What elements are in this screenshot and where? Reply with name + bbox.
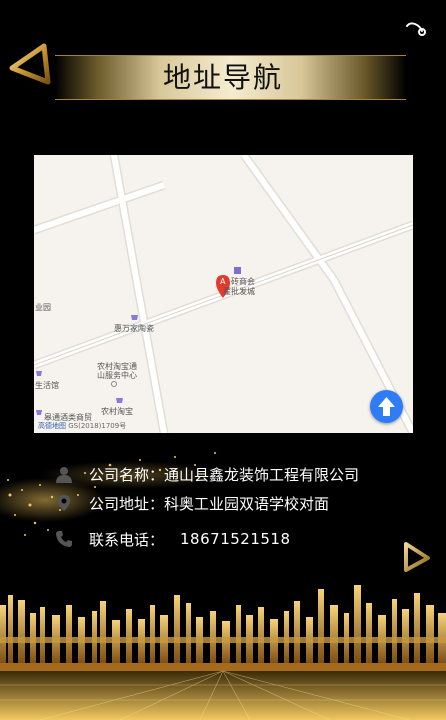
company-name-value: 通山县鑫龙装饰工程有限公司: [164, 465, 360, 484]
locate-button[interactable]: [370, 390, 403, 423]
page-title: 地址导航: [162, 61, 283, 94]
map-label-decor-store: 惠万家陶瓷: [114, 324, 154, 333]
company-address-label: 公司地址：: [89, 494, 165, 513]
location-pin-icon: [58, 495, 70, 511]
map-view[interactable]: A 砖商会 翟批发城 业园 惠万家陶瓷 农村淘宝通 山服务中心 生活馆 农村淘宝…: [34, 155, 413, 433]
person-icon: [56, 467, 72, 483]
map-label-life-hall: 生活馆: [35, 381, 59, 390]
company-name-label: 公司名称：: [89, 465, 165, 484]
triangle-right-icon: [404, 542, 430, 572]
phone-label: 联系电话：: [89, 530, 165, 549]
city-skyline-decoration: [0, 585, 446, 720]
map-marker-letter: A: [220, 277, 226, 286]
triangle-left-icon: [9, 43, 51, 85]
company-address-row: 公司地址： 科奥工业园双语学校对面: [55, 490, 329, 516]
map-label-taobao-line2: 山服务中心: [97, 371, 137, 380]
company-address-value: 科奥工业园双语学校对面: [164, 494, 330, 513]
arrow-up-icon: [378, 397, 395, 416]
map-label-rural-taobao: 农村淘宝: [101, 407, 133, 416]
map-label-industrial-park: 业园: [35, 303, 51, 312]
back-button[interactable]: [8, 42, 52, 88]
company-name-row: 公司名称： 通山县鑫龙装饰工程有限公司: [55, 461, 359, 487]
phone-value[interactable]: 18671521518: [180, 530, 290, 548]
phone-row[interactable]: 联系电话： 18671521518: [55, 526, 291, 552]
map-label-poi-a-line2: 翟批发城: [223, 287, 255, 296]
link-icon[interactable]: [404, 20, 426, 36]
map-brand: 高德地图: [38, 422, 66, 430]
next-button[interactable]: [400, 540, 432, 574]
map-license: GS(2018)1709号: [68, 422, 127, 430]
phone-icon: [56, 531, 72, 547]
map-attribution: 高德地图 GS(2018)1709号: [38, 421, 126, 431]
